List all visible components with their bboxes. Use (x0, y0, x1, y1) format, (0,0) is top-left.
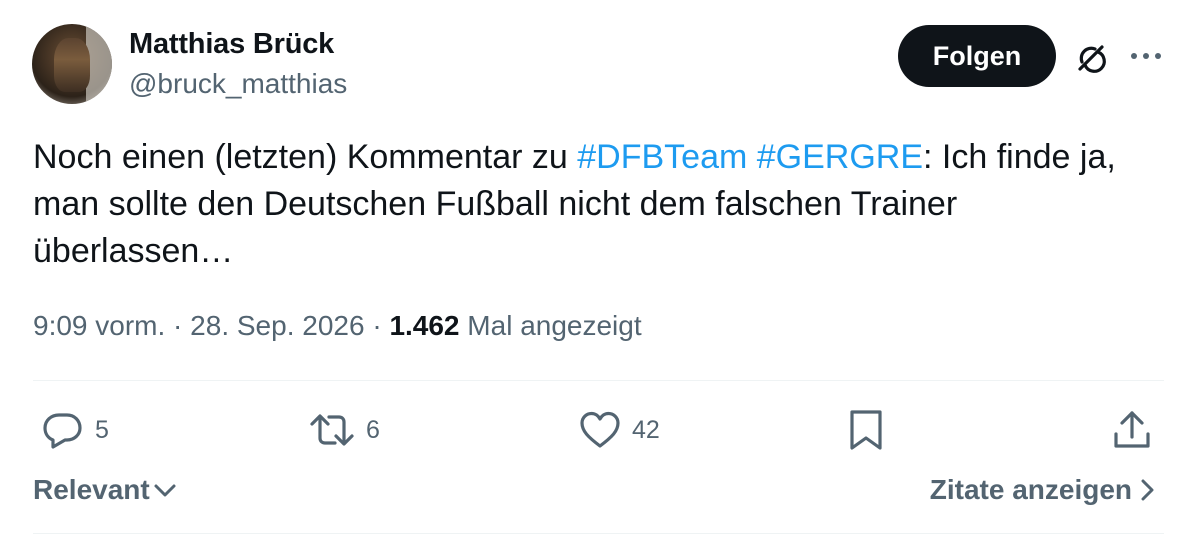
hashtag-link[interactable]: #DFBTeam (577, 138, 747, 176)
views-label: Mal angezeigt (459, 310, 642, 341)
share-button[interactable] (1112, 408, 1152, 452)
hashtag-link[interactable]: #GERGRE (757, 138, 923, 176)
view-quotes-link[interactable]: Zitate anzeigen (930, 474, 1158, 506)
grok-icon[interactable] (1071, 38, 1111, 78)
sort-label: Relevant (33, 474, 150, 505)
chevron-down-icon (154, 484, 176, 497)
retweet-count: 6 (366, 415, 380, 444)
tweet-time[interactable]: 9:09 vorm. (33, 310, 165, 341)
share-icon (1114, 411, 1150, 448)
reply-button[interactable]: 5 (41, 408, 109, 452)
like-count: 42 (632, 415, 660, 444)
meta-separator: · (165, 310, 191, 341)
avatar-figure (54, 38, 90, 92)
bookmark-button[interactable] (846, 408, 886, 452)
retweet-button[interactable]: 6 (308, 408, 380, 452)
author-handle[interactable]: @bruck_matthias (129, 68, 347, 100)
quotes-label: Zitate anzeigen (929, 474, 1132, 505)
divider (33, 380, 1164, 381)
divider (33, 533, 1164, 534)
reply-icon (43, 413, 82, 449)
like-button[interactable]: 42 (578, 408, 660, 452)
more-icon[interactable] (1126, 38, 1166, 74)
heart-icon (580, 411, 620, 448)
tweet-text-segment: Noch einen (letzten) Kommentar zu (33, 138, 578, 176)
reply-count: 5 (95, 415, 109, 444)
meta-separator: · (364, 310, 390, 341)
author-name[interactable]: Matthias Brück (129, 28, 334, 61)
tweet-text-segment (747, 138, 756, 176)
tweet-meta: 9:09 vorm. · 28. Sep. 2026 · 1.462 Mal a… (33, 310, 642, 342)
tweet-date[interactable]: 28. Sep. 2026 (190, 310, 364, 341)
sort-dropdown[interactable]: Relevant (33, 474, 178, 506)
bookmark-icon (850, 410, 882, 450)
chevron-right-icon (1141, 479, 1154, 501)
views-count: 1.462 (389, 310, 460, 341)
avatar[interactable] (32, 24, 112, 104)
follow-button[interactable]: Folgen (898, 25, 1056, 87)
tweet-text: Noch einen (letzten) Kommentar zu #DFBTe… (33, 134, 1163, 275)
retweet-icon (310, 414, 354, 446)
